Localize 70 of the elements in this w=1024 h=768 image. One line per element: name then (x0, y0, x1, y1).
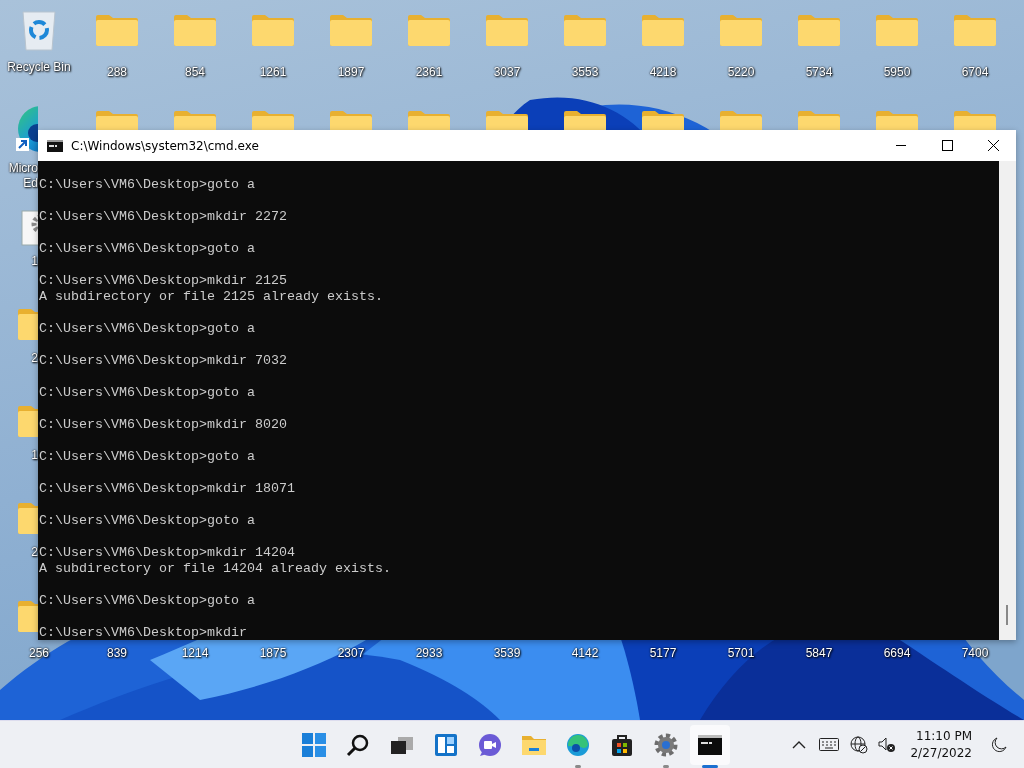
icon-label: 4218 (649, 65, 677, 79)
edge-icon (566, 732, 590, 757)
icon-label: 2 (31, 545, 38, 560)
console-line: C:\Users\VM6\Desktop>mkdir 14204 (39, 545, 295, 561)
taskbar-button[interactable] (690, 724, 730, 765)
icon-label: 5950 (883, 65, 911, 79)
icon-label: Ed (23, 176, 38, 191)
terminal-icon (47, 139, 63, 152)
gear-icon (654, 732, 678, 757)
console-line: C:\Users\VM6\Desktop>mkdir 18071 (39, 481, 295, 497)
icon-label: 1897 (337, 65, 365, 79)
running-indicator (575, 764, 581, 768)
console-line: C:\Users\VM6\Desktop>goto a (39, 177, 255, 193)
console-line: C:\Users\VM6\Desktop>mkdir 7032 (39, 353, 287, 369)
icon-label: 5734 (805, 65, 833, 79)
active-indicator (702, 764, 718, 768)
icon-label: 839 (106, 646, 128, 660)
icon-label: 256 (28, 646, 50, 660)
icon-label: 2 (31, 351, 38, 366)
icon-label: 3539 (492, 646, 522, 660)
console-line: C:\Users\VM6\Desktop>goto a (39, 321, 255, 337)
icon-label: 288 (107, 65, 127, 79)
clock-date[interactable]: 2/27/2022 (910, 744, 972, 762)
widgets-icon (434, 732, 458, 757)
window-title: C:\Windows\system32\cmd.exe (71, 138, 259, 153)
console-line: A subdirectory or file 14204 already exists. (39, 561, 391, 577)
console-line: C:\Users\VM6\Desktop>goto a (39, 513, 255, 529)
icon-label: 3037 (493, 65, 521, 79)
console-line: C:\Users\VM6\Desktop>mkdir 2272 (39, 209, 287, 225)
console-line: C:\Users\VM6\Desktop>goto a (39, 385, 255, 401)
icon-label: Micro (8, 161, 38, 176)
gear-shortcut-icon[interactable] (21, 210, 38, 246)
console-line: C:\Users\VM6\Desktop>mkdir 8020 (39, 417, 287, 433)
icon-label: 5847 (804, 646, 834, 660)
icon-label: 5177 (648, 646, 678, 660)
console-line: C:\Users\VM6\Desktop>mkdir (39, 625, 247, 640)
recycle-bin-icon[interactable] (21, 10, 57, 52)
icon-label: 2933 (414, 646, 444, 660)
chat-icon (478, 732, 502, 757)
icon-label: 1 (31, 254, 38, 269)
icon-label: 2361 (415, 65, 443, 79)
icon-label: 7400 (960, 646, 990, 660)
icon-label: 1 (31, 448, 38, 463)
console-line: C:\Users\VM6\Desktop>goto a (39, 449, 255, 465)
icon-label: 2307 (336, 646, 366, 660)
store-icon (610, 732, 634, 757)
console-line: C:\Users\VM6\Desktop>goto a (39, 593, 255, 609)
icon-label: 5220 (727, 65, 755, 79)
console-line: C:\Users\VM6\Desktop>goto a (39, 241, 255, 257)
close-icon (987, 140, 999, 151)
terminal-icon (698, 734, 722, 755)
console-line: A subdirectory or file 2125 already exists. (39, 289, 383, 305)
icon-label: 5701 (726, 646, 756, 660)
icon-label: 1214 (180, 646, 210, 660)
scrollbar[interactable] (999, 161, 1016, 640)
icon-label: Recycle Bin (7, 60, 71, 74)
maximize-icon (941, 140, 953, 151)
icon-label: 1261 (259, 65, 287, 79)
icon-label: 4142 (570, 646, 600, 660)
icon-label: 6704 (961, 65, 989, 79)
icon-label: 854 (185, 65, 205, 79)
folder-icon (521, 733, 547, 756)
console-line: C:\Users\VM6\Desktop>mkdir 2125 (39, 273, 287, 289)
icon-label: 6694 (882, 646, 912, 660)
running-indicator (663, 764, 669, 768)
start-icon (302, 732, 326, 757)
clock-time[interactable]: 11:10 PM (916, 727, 972, 745)
icon-label: 1875 (258, 646, 288, 660)
icon-label: 3553 (571, 65, 599, 79)
search-icon (346, 732, 370, 757)
